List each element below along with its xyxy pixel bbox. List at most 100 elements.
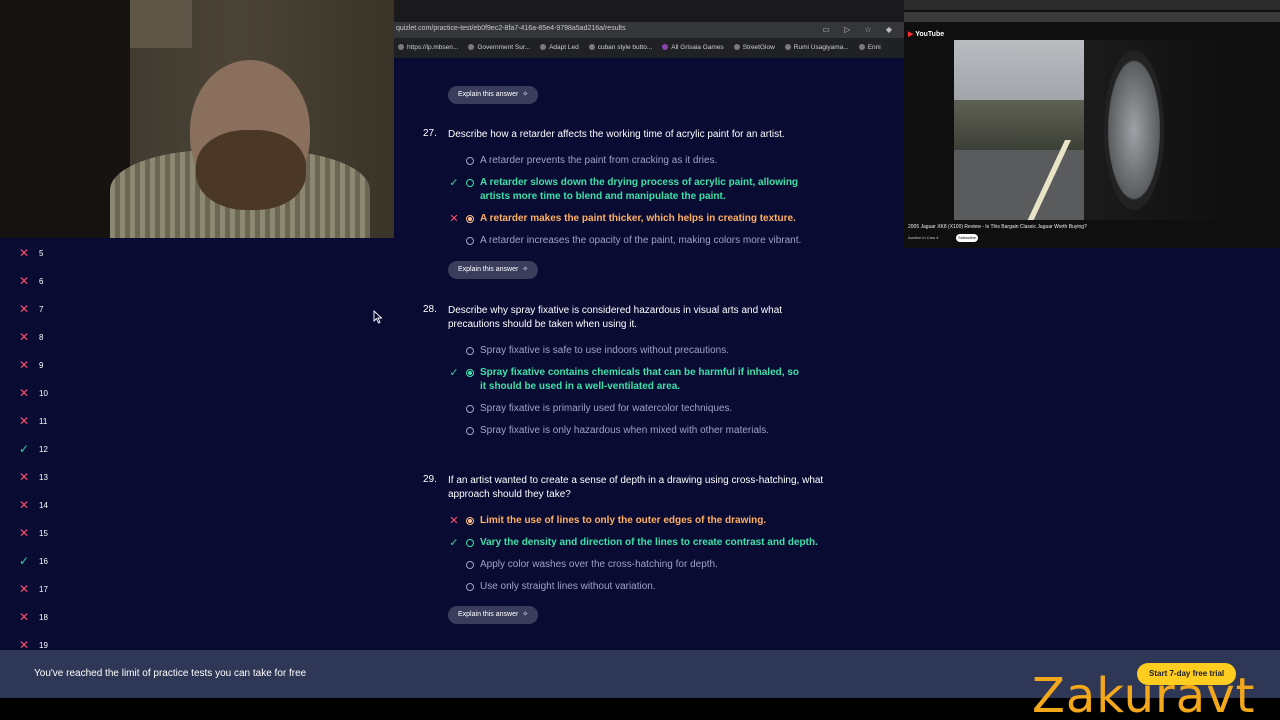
nav-item[interactable]: ✕ 18 <box>18 609 48 625</box>
bookmark-item[interactable]: https://lp.mbsen... <box>398 40 458 54</box>
answer-option-selected-wrong[interactable]: Limit the use of lines to only the outer… <box>466 514 826 528</box>
bookmark-label: Adapt Led <box>549 43 579 51</box>
bookmark-label: Rumi Usagiyama... <box>793 43 849 51</box>
nav-item-number: 8 <box>39 332 44 342</box>
bookmarks-bar: https://lp.mbsen... Government Sur... Ad… <box>394 40 904 54</box>
nav-item[interactable]: ✓ 16 <box>18 553 48 569</box>
bookmark-favicon-icon <box>784 44 791 50</box>
nav-item[interactable]: ✕ 11 <box>18 413 47 429</box>
youtube-tab-bar[interactable] <box>904 0 1280 10</box>
bookmark-item[interactable]: Adapt Led <box>540 40 579 54</box>
answer-option-correct[interactable]: A retarder slows down the drying process… <box>466 176 826 204</box>
answer-option-text: Apply color washes over the cross-hatchi… <box>480 559 718 570</box>
answer-option-correct[interactable]: Vary the density and direction of the li… <box>466 536 826 550</box>
nav-item[interactable]: ✕ 10 <box>18 385 48 401</box>
bookmark-item[interactable]: StreetGlow <box>733 40 775 54</box>
answer-option-selected-wrong[interactable]: A retarder makes the paint thicker, whic… <box>466 212 826 226</box>
bookmark-item[interactable]: Rumi Usagiyama... <box>784 40 849 54</box>
youtube-logo[interactable]: ▶ YouTube <box>908 30 944 38</box>
video-player[interactable] <box>954 40 1226 220</box>
wrong-x-icon: ✕ <box>449 515 459 527</box>
wrong-x-icon: ✕ <box>18 274 30 288</box>
nav-item-number: 19 <box>39 640 48 650</box>
bookmark-label: All Grisaia Games <box>671 43 724 51</box>
answer-option[interactable]: Apply color washes over the cross-hatchi… <box>466 558 826 572</box>
nav-item[interactable]: ✕ 9 <box>18 357 43 373</box>
answer-option-text: A retarder increases the opacity of the … <box>480 235 802 246</box>
explain-answer-button-26[interactable]: Explain this answer ✧ <box>448 86 539 104</box>
nav-item[interactable]: ✕ 7 <box>18 301 43 317</box>
nav-item-number: 14 <box>39 500 48 510</box>
explain-answer-button-29[interactable]: Explain this answer ✧ <box>448 606 539 624</box>
correct-check-icon: ✓ <box>449 177 459 189</box>
video-title[interactable]: 2005 Jaguar XK8 (X100) Review - Is This … <box>908 224 1087 230</box>
radio-icon <box>466 237 474 245</box>
radio-selected-icon <box>466 369 474 377</box>
youtube-logo-text: YouTube <box>915 31 945 38</box>
radio-icon <box>466 347 474 355</box>
address-bar-icons[interactable]: ▭ ▷ ☆ ◆ <box>822 25 898 34</box>
answer-option-text: Limit the use of lines to only the outer… <box>480 515 767 526</box>
bookmark-item[interactable]: All Grisaia Games <box>662 40 724 54</box>
nav-item[interactable]: ✕ 8 <box>18 329 43 345</box>
answer-option-correct-selected[interactable]: Spray fixative contains chemicals that c… <box>466 366 806 394</box>
nav-item[interactable]: ✕ 13 <box>18 469 48 485</box>
nav-item-number: 5 <box>39 248 44 258</box>
channel-name[interactable]: Auction in Cars 4 <box>908 235 938 240</box>
nav-item[interactable]: ✕ 5 <box>18 245 43 261</box>
answer-option[interactable]: A retarder increases the opacity of the … <box>466 234 826 248</box>
nav-item-number: 16 <box>39 556 48 566</box>
answer-option[interactable]: Use only straight lines without variatio… <box>466 580 826 594</box>
question-number: 28. <box>423 304 437 315</box>
nav-item[interactable]: ✕ 14 <box>18 497 48 513</box>
nav-item-number: 10 <box>39 388 48 398</box>
nav-item[interactable]: ✕ 6 <box>18 273 43 289</box>
address-bar[interactable]: quizlet.com/practice-test/eb0f9ec2-8fa7-… <box>394 22 904 38</box>
wrong-x-icon: ✕ <box>18 470 30 484</box>
bookmark-favicon-icon <box>398 44 404 50</box>
bookmark-label: Government Sur... <box>477 43 531 51</box>
bookmark-favicon-icon <box>588 44 595 50</box>
answer-option[interactable]: Spray fixative is safe to use indoors wi… <box>466 344 826 358</box>
nav-item-number: 11 <box>39 416 48 426</box>
answer-option[interactable]: Spray fixative is primarily used for wat… <box>466 402 826 416</box>
nav-item-number: 17 <box>39 584 48 594</box>
question-number: 29. <box>423 474 437 485</box>
radio-icon <box>466 405 474 413</box>
bookmark-item[interactable]: Enni <box>858 40 881 54</box>
browser-tab-bar[interactable] <box>394 0 904 22</box>
wrong-x-icon: ✕ <box>18 330 30 344</box>
bookmark-favicon-icon <box>662 44 669 50</box>
subscribe-button[interactable]: Subscribe <box>956 234 978 242</box>
mouse-cursor-icon <box>373 310 383 324</box>
bookmark-label: StreetGlow <box>742 43 775 51</box>
nav-item[interactable]: ✕ 15 <box>18 525 48 541</box>
nav-item[interactable]: ✓ 12 <box>18 441 48 457</box>
answer-option-text: A retarder prevents the paint from crack… <box>480 155 718 166</box>
question-number: 27. <box>423 128 437 139</box>
wrong-x-icon: ✕ <box>18 246 30 260</box>
bookmark-item[interactable]: Government Sur... <box>468 40 530 54</box>
bookmark-label: Enni <box>867 43 881 51</box>
nav-item-number: 13 <box>39 472 48 482</box>
answer-option[interactable]: A retarder prevents the paint from crack… <box>466 154 826 168</box>
bookmark-favicon-icon <box>858 44 865 50</box>
nav-item[interactable]: ✕ 17 <box>18 581 48 597</box>
person-beard <box>196 130 306 210</box>
nav-item-number: 18 <box>39 612 48 622</box>
wrong-x-icon: ✕ <box>18 302 30 316</box>
question-navigator: ✕ 5 ✕ 6 ✕ 7 ✕ 8 ✕ 9 ✕ 10 ✕ 11 ✓ 12 ✕ 13 ✕ 14 ✕ 15 ✓… <box>0 238 394 651</box>
video-car-wheel <box>1104 50 1164 210</box>
wrong-x-icon: ✕ <box>18 358 30 372</box>
video-meta-row: Auction in Cars 4 Subscribe <box>908 234 1276 244</box>
answer-option-text: A retarder makes the paint thicker, whic… <box>480 213 796 224</box>
bookmark-favicon-icon <box>733 44 740 50</box>
answer-option[interactable]: Spray fixative is only hazardous when mi… <box>466 424 826 438</box>
bookmark-favicon-icon <box>540 44 547 50</box>
bookmark-item[interactable]: cuban style butto... <box>588 40 652 54</box>
correct-check-icon: ✓ <box>449 367 459 379</box>
explain-answer-button-27[interactable]: Explain this answer ✧ <box>448 261 539 279</box>
wrong-x-icon: ✕ <box>18 610 30 624</box>
youtube-address-bar[interactable] <box>904 12 1280 22</box>
answer-option-text: A retarder slows down the drying process… <box>480 177 799 202</box>
